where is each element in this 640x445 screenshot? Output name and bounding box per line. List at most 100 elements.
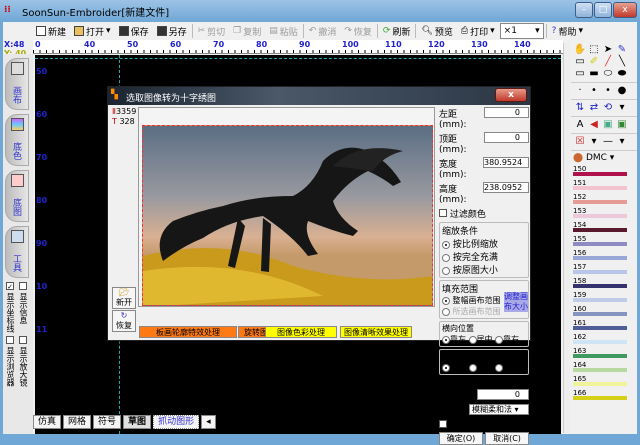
swatch-151[interactable]: 151 [573,179,635,193]
swatch-157[interactable]: 157 [573,263,635,277]
hand-icon[interactable]: ✋ [573,44,587,56]
show-axis-checkbox[interactable]: ✓ 显示坐标线 [5,282,16,333]
checkbox[interactable] [19,282,27,290]
chevron-down-icon[interactable]: ▾ [490,26,495,36]
preview-button[interactable]: 🔍︎ 预览 [418,23,455,39]
radio[interactable] [468,335,477,344]
dot-2-icon[interactable]: • [587,85,601,97]
filled-rectangle-icon[interactable]: ▬ [587,68,601,80]
width-input[interactable]: 380.9524 [483,157,529,168]
radio[interactable] [442,296,450,305]
image-icon[interactable]: ▣ [601,119,615,131]
refresh-button[interactable]: ⟳ 刷新 [380,23,414,39]
dot-4-icon[interactable]: ● [615,85,629,97]
swatch-153[interactable]: 153 [573,207,635,221]
swatch-158[interactable]: 158 [573,277,635,291]
radio[interactable] [442,240,450,249]
scale-option-2[interactable]: 按原图大小 [442,263,526,276]
checkbox[interactable] [439,209,447,217]
tab-drag-shape[interactable]: 抓动图形 [153,415,200,429]
line-icon[interactable]: ╲ [615,56,629,68]
megaphone-icon[interactable]: ◀ [587,119,601,131]
swatch-150[interactable]: 150 [573,165,635,179]
filter-color-checkbox[interactable]: 过滤颜色 [439,207,529,220]
dot-1-icon[interactable]: · [573,85,587,97]
ellipse-icon[interactable]: ⬭ [601,68,615,80]
undo-button[interactable]: ↶ 撤消 [306,23,340,39]
cancel-button[interactable]: 取消(C) [485,432,529,445]
show-info-checkbox[interactable]: 显示信息 [18,282,29,333]
tab-canvas[interactable]: 画布 [5,58,29,110]
chevron-down-icon[interactable]: ▾ [615,136,629,148]
rectangle-icon[interactable]: ▭ [573,68,587,80]
tab-grid[interactable]: 网格 [63,415,92,429]
show-browser-checkbox[interactable]: 显示浏览器 [5,336,16,387]
swatch-164[interactable]: 164 [573,361,635,375]
print-button[interactable]: ⎙ 打印 ▾ [458,23,498,39]
vertical-scrollbar[interactable] [563,43,570,433]
help-button[interactable]: ? 帮助 ▾ [549,23,586,39]
swatch-162[interactable]: 162 [573,333,635,347]
height-input[interactable]: 238.0952 [483,182,529,193]
tab-sketch[interactable]: 草图 [123,415,152,429]
filled-ellipse-icon[interactable]: ⬬ [615,68,629,80]
eraser-icon[interactable]: ▭ [573,56,587,68]
zoom-select[interactable]: ×1 ▾ [499,23,544,39]
horse-photo[interactable] [142,125,433,306]
radio[interactable] [442,253,450,262]
close-button[interactable]: x [613,2,637,18]
select-rect-icon[interactable]: ⬚ [587,44,601,56]
tab-tools[interactable]: 工具 [5,226,29,278]
reopen-button[interactable]: 📂︎ 新开 [112,287,136,309]
swatch-156[interactable]: 156 [573,249,635,263]
text-icon[interactable]: A [573,119,587,131]
leaf-icon[interactable]: ▣ [615,119,629,131]
swatch-160[interactable]: 160 [573,305,635,319]
show-original-checkbox[interactable]: 显示原图 [439,418,529,431]
minimize-button[interactable]: – [575,2,593,18]
radio[interactable] [468,363,477,372]
tab-symbol[interactable]: 符号 [93,415,122,429]
scroll-left-button[interactable]: ◂ [201,415,216,429]
dialog-close-button[interactable]: x [495,88,527,102]
checkbox[interactable] [439,420,447,428]
effect-button-0[interactable]: 板画轮廓特效处理 [139,326,237,338]
show-magnifier-checkbox[interactable]: 显示放大镜 [18,336,29,387]
scale-option-1[interactable]: 按完全充满 [442,250,526,263]
top-margin-input[interactable]: 0 [483,132,529,143]
checkbox[interactable] [6,336,14,344]
no-stitch-icon[interactable]: ☒ [573,136,587,148]
maximize-button[interactable]: □ [594,2,612,18]
restore-button[interactable]: ↻ 恢复 [112,310,136,332]
radio[interactable] [495,363,504,372]
save-as-button[interactable]: 另存 [154,23,190,39]
radio[interactable] [495,335,504,344]
palette-select[interactable]: ⬤ DMC ▾ [571,150,637,165]
ok-button[interactable]: 确定(O) [439,432,483,445]
tolerance-input[interactable]: 0 [477,389,529,400]
checkbox[interactable]: ✓ [6,282,14,291]
radio[interactable] [442,335,450,344]
chevron-down-icon[interactable]: ▾ [106,26,111,36]
algorithm-select[interactable]: 模糊柔和法 ▾ [469,404,529,415]
checkbox[interactable] [19,336,27,344]
open-button[interactable]: 打开 ▾ [71,23,114,39]
swatch-165[interactable]: 165 [573,375,635,389]
pencil-icon[interactable]: ╱ [601,56,615,68]
flip-vertical-icon[interactable]: ⇅ [573,102,587,114]
paste-button[interactable]: ▤ 粘贴 [266,23,301,39]
pointer-icon[interactable]: ➤ [601,44,615,56]
rotate-icon[interactable]: ⟲ [601,102,615,114]
tab-background-image[interactable]: 底图 [5,170,29,222]
redo-button[interactable]: ↷ 恢复 [341,23,375,39]
swatch-163[interactable]: 163 [573,347,635,361]
swatch-154[interactable]: 154 [573,221,635,235]
cut-button[interactable]: ✂ 剪切 [195,23,229,39]
swatch-159[interactable]: 159 [573,291,635,305]
chevron-down-icon[interactable]: ▾ [615,102,629,114]
radio[interactable] [442,363,450,372]
swatch-155[interactable]: 155 [573,235,635,249]
swatch-166[interactable]: 166 [573,389,635,403]
swatch-161[interactable]: 161 [573,319,635,333]
swatch-152[interactable]: 152 [573,193,635,207]
